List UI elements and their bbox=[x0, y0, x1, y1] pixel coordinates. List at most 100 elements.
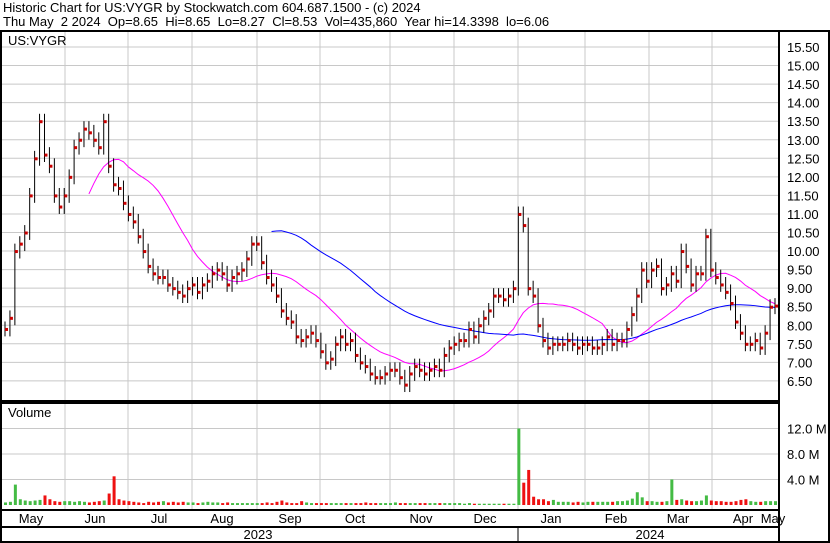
month-label: Jan bbox=[541, 511, 562, 526]
volume-bar bbox=[235, 503, 239, 505]
price-tick-label: 11.00 bbox=[787, 207, 819, 222]
price-tick-label: 13.00 bbox=[787, 133, 820, 148]
volume-bar bbox=[102, 500, 106, 505]
volume-bar bbox=[305, 502, 309, 505]
volume-bar bbox=[379, 503, 383, 505]
close-tick bbox=[138, 235, 142, 239]
volume-bar bbox=[625, 500, 629, 505]
close-tick bbox=[241, 268, 245, 272]
price-tick-label: 13.50 bbox=[787, 114, 820, 129]
volume-bar bbox=[384, 503, 388, 505]
volume-bar bbox=[8, 501, 12, 505]
close-tick bbox=[557, 342, 561, 346]
volume-bar bbox=[477, 503, 481, 505]
volume-bar bbox=[443, 503, 447, 505]
price-tick-label: 10.00 bbox=[787, 244, 820, 259]
volume-bar bbox=[695, 501, 699, 505]
month-label: Dec bbox=[473, 511, 497, 526]
chart-title: Historic Chart for US:VYGR by Stockwatch… bbox=[3, 0, 421, 15]
year-label: 2023 bbox=[244, 527, 273, 542]
volume-bar bbox=[482, 503, 486, 505]
quote-summary: Thu May 2 2024 Op=8.65 Hi=8.65 Lo=8.27 C… bbox=[3, 14, 550, 29]
close-tick bbox=[108, 164, 112, 168]
close-tick bbox=[162, 276, 166, 280]
close-tick bbox=[626, 327, 630, 331]
close-tick bbox=[621, 339, 625, 343]
volume-bar bbox=[329, 503, 333, 505]
volume-bar bbox=[97, 501, 101, 505]
close-tick bbox=[552, 342, 556, 346]
close-tick bbox=[597, 346, 601, 350]
close-tick bbox=[656, 264, 660, 268]
close-tick bbox=[167, 283, 171, 287]
close-tick bbox=[128, 212, 132, 216]
close-tick bbox=[113, 183, 117, 187]
close-tick bbox=[587, 342, 591, 346]
volume-bar bbox=[556, 501, 560, 505]
volume-bar bbox=[344, 503, 348, 505]
close-tick bbox=[705, 235, 709, 239]
volume-bar bbox=[458, 503, 462, 505]
close-tick bbox=[24, 231, 28, 235]
close-tick bbox=[251, 242, 255, 246]
volume-bar bbox=[181, 501, 185, 505]
volume-bar bbox=[186, 502, 190, 505]
month-label: May bbox=[19, 511, 44, 526]
volume-bar bbox=[226, 502, 230, 505]
close-tick bbox=[49, 164, 53, 168]
volume-bar bbox=[408, 503, 412, 505]
volume-bar bbox=[23, 500, 27, 505]
close-tick bbox=[686, 264, 690, 268]
close-tick bbox=[720, 283, 724, 287]
volume-bar bbox=[73, 501, 77, 505]
volume-bar bbox=[502, 503, 506, 505]
close-tick bbox=[700, 272, 704, 276]
close-tick bbox=[414, 365, 418, 369]
close-tick bbox=[54, 194, 58, 198]
close-tick bbox=[291, 320, 295, 324]
volume-bar bbox=[339, 503, 343, 505]
volume-bar bbox=[571, 502, 575, 505]
volume-bar bbox=[724, 501, 728, 505]
close-tick bbox=[325, 361, 329, 365]
close-tick bbox=[547, 346, 551, 350]
volume-bar bbox=[117, 499, 121, 505]
close-tick bbox=[246, 257, 250, 261]
month-label: Apr bbox=[733, 511, 754, 526]
volume-bar bbox=[354, 503, 358, 505]
volume-bar bbox=[206, 501, 210, 505]
volume-bar bbox=[171, 501, 175, 505]
volume-bar bbox=[497, 503, 501, 505]
close-tick bbox=[158, 276, 162, 280]
volume-bar bbox=[13, 484, 17, 505]
volume-bar bbox=[92, 501, 96, 505]
close-tick bbox=[187, 287, 191, 291]
volume-bar bbox=[38, 499, 42, 505]
month-label: Mar bbox=[667, 511, 690, 526]
month-label: Oct bbox=[345, 511, 366, 526]
month-label: Aug bbox=[210, 511, 233, 526]
close-tick bbox=[666, 283, 670, 287]
volume-bar bbox=[112, 476, 116, 505]
volume-bar bbox=[33, 500, 37, 505]
close-tick bbox=[498, 294, 502, 298]
volume-bar bbox=[744, 499, 748, 505]
volume-bar bbox=[137, 502, 141, 505]
volume-bar bbox=[176, 502, 180, 505]
volume-bar bbox=[645, 501, 649, 505]
volume-bar bbox=[142, 503, 146, 505]
volume-bar bbox=[398, 503, 402, 505]
volume-bar bbox=[122, 500, 126, 505]
close-tick bbox=[212, 272, 216, 276]
volume-bar bbox=[438, 503, 442, 505]
close-tick bbox=[172, 287, 176, 291]
volume-bar bbox=[324, 503, 328, 505]
close-tick bbox=[370, 372, 374, 376]
close-tick bbox=[88, 131, 92, 135]
close-tick bbox=[459, 339, 463, 343]
volume-bar bbox=[147, 501, 151, 505]
volume-bar bbox=[635, 492, 639, 505]
close-tick bbox=[508, 294, 512, 298]
volume-bar bbox=[403, 503, 407, 505]
close-tick bbox=[399, 376, 403, 380]
